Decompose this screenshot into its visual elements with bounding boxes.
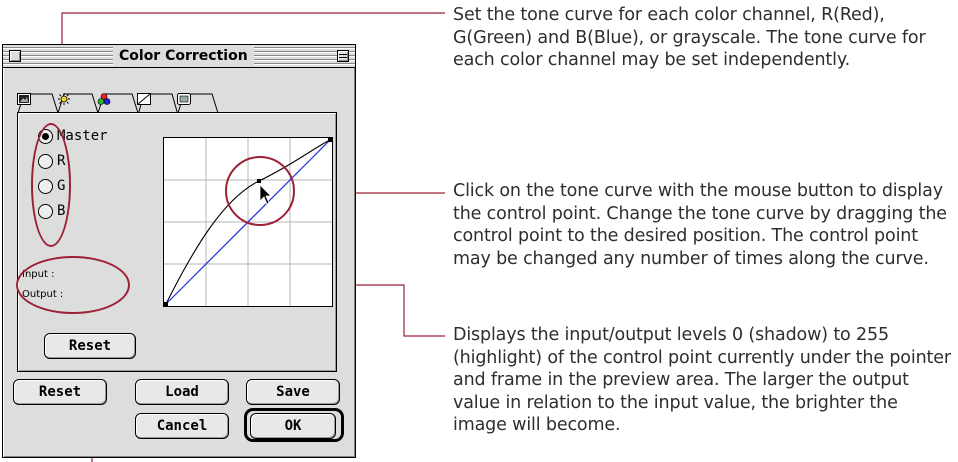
- tab-tone-curve[interactable]: [137, 93, 179, 115]
- collapse-box-icon[interactable]: [337, 50, 349, 62]
- close-box-icon[interactable]: [9, 50, 21, 62]
- callout-levels: Displays the input/output levels 0 (shad…: [453, 325, 951, 435]
- preview-icon: [177, 93, 191, 105]
- reset-button[interactable]: Reset: [13, 379, 107, 405]
- tab-bar: [17, 93, 317, 115]
- tone-curve-icon: [137, 93, 151, 105]
- tab-image[interactable]: [17, 93, 59, 114]
- title-bar[interactable]: Color Correction: [3, 45, 355, 68]
- load-button[interactable]: Load: [135, 379, 229, 405]
- save-button[interactable]: Save: [246, 379, 340, 405]
- highlight-input-output: [16, 256, 130, 314]
- curve-endpoint-low[interactable]: [164, 302, 168, 306]
- callout-channel: Set the tone curve for each color channe…: [453, 5, 926, 70]
- window-title: Color Correction: [113, 47, 254, 65]
- color-balance-icon: [97, 93, 111, 105]
- callout-control-point: Click on the tone curve with the mouse b…: [453, 181, 947, 269]
- image-icon: [17, 93, 31, 105]
- tab-color-balance[interactable]: [97, 93, 139, 114]
- brightness-icon: [58, 93, 70, 105]
- cancel-button[interactable]: Cancel: [135, 413, 229, 439]
- curve-endpoint-high[interactable]: [328, 138, 332, 142]
- color-correction-window: Color Correction Master R G B Input: Ou…: [2, 44, 356, 458]
- ok-button[interactable]: OK: [250, 413, 336, 439]
- highlight-channel-radios: [31, 123, 71, 247]
- tab-brightness[interactable]: [57, 93, 99, 114]
- panel-reset-button[interactable]: Reset: [44, 333, 136, 359]
- highlight-control-point: [225, 156, 295, 226]
- tab-preview[interactable]: [177, 93, 219, 114]
